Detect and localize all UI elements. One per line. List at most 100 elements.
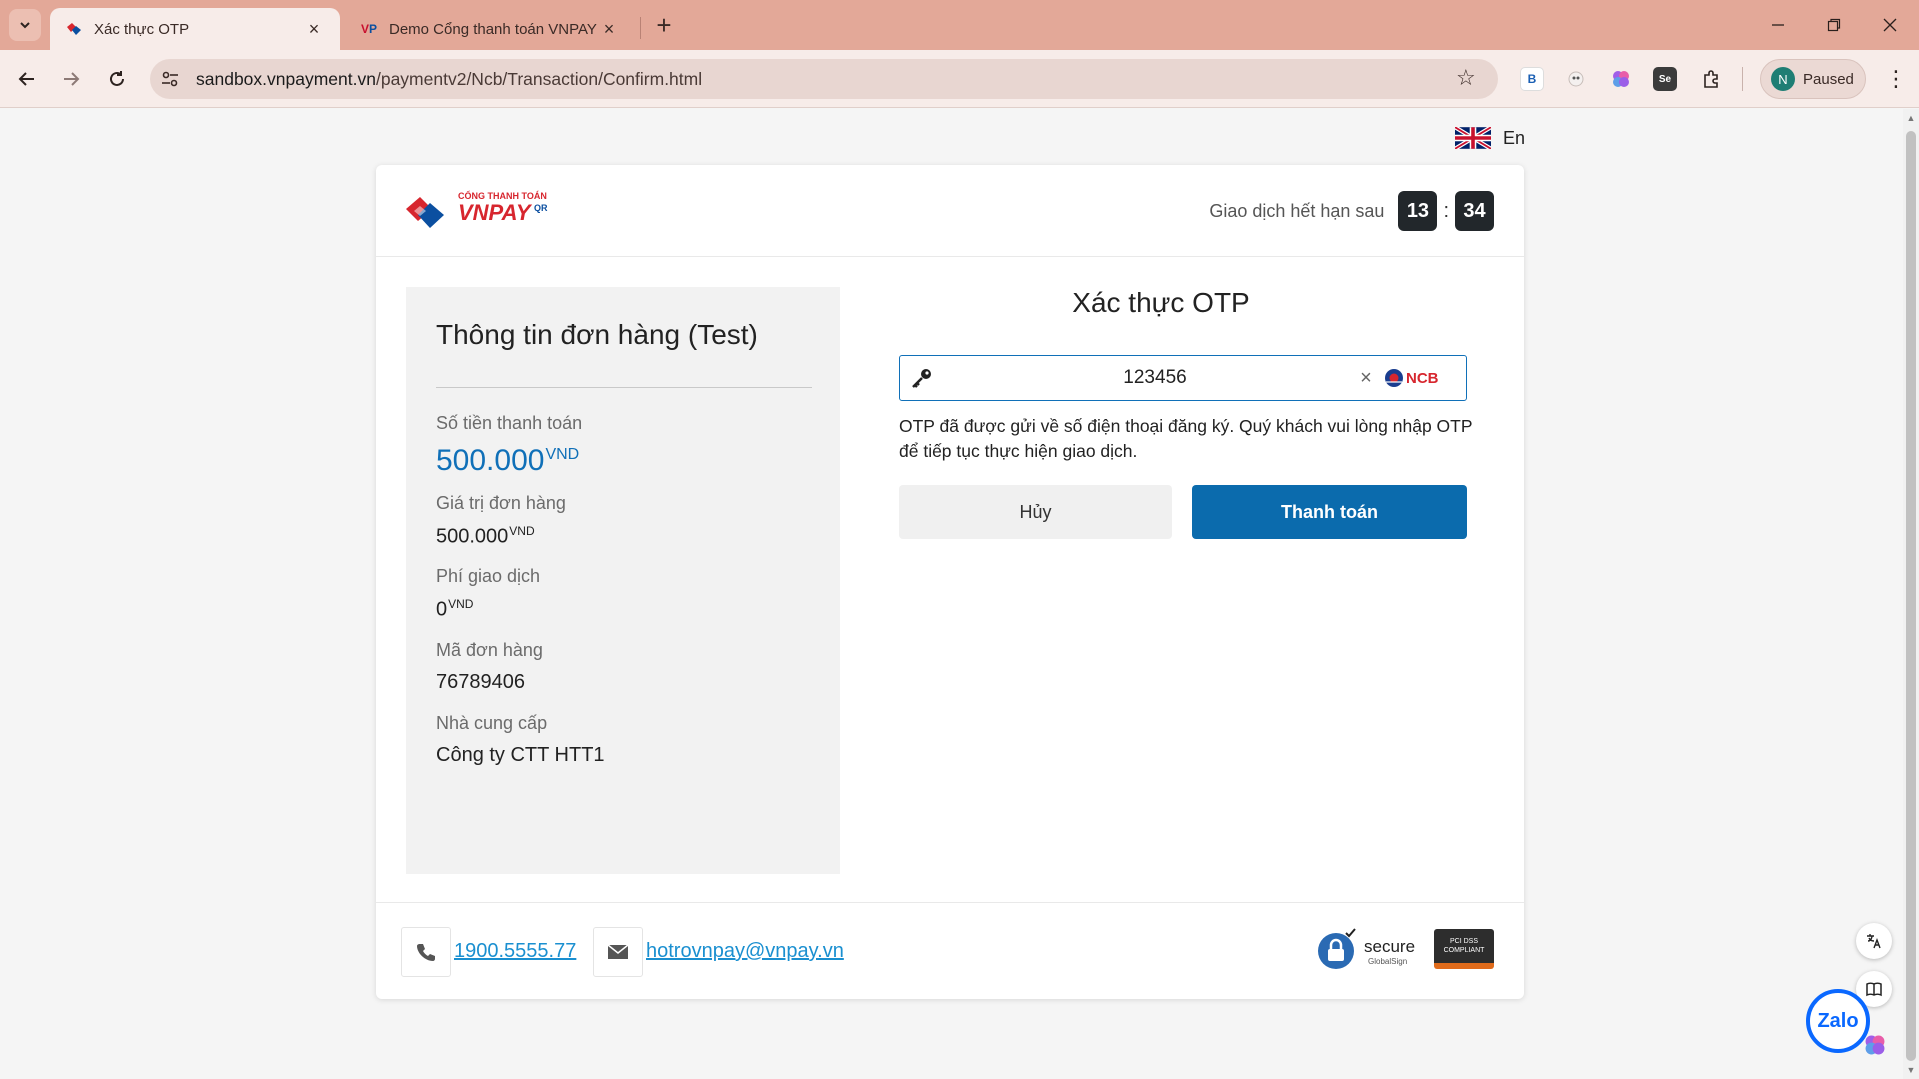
provider-label: Nhà cung cấp — [436, 713, 548, 733]
profile-button[interactable]: N Paused — [1760, 59, 1866, 99]
extension-eye-icon[interactable] — [1564, 67, 1588, 91]
new-tab-button[interactable]: + — [648, 9, 680, 41]
profile-status: Paused — [1803, 70, 1854, 88]
cancel-button[interactable]: Hủy — [899, 485, 1172, 539]
order-info-title: Thông tin đơn hàng (Test) — [436, 319, 758, 350]
browser-toolbar: sandbox.vnpayment.vn/paymentv2/Ncb/Trans… — [0, 50, 1919, 108]
vnpay-logo: CỔNG THANH TOÁN VNPAY QR — [404, 189, 554, 235]
ai-assistant-icon[interactable] — [1862, 1032, 1888, 1058]
otp-title: Xác thực OTP — [1072, 287, 1250, 318]
order-value-field: Giá trị đơn hàng 500.000VND — [436, 493, 566, 549]
page-viewport: En CỔNG THANH TOÁN VNPAY QR Giao dịch hế… — [0, 109, 1900, 1079]
extension-selenium-icon[interactable]: Se — [1653, 67, 1677, 91]
reload-icon — [110, 71, 124, 86]
amount-field: Số tiền thanh toán 500.000VND — [436, 413, 582, 478]
otp-instruction: OTP đã được gửi về số điện thoại đăng ký… — [899, 416, 1473, 461]
globalsign-secure-badge: secure GlobalSign — [1316, 927, 1426, 971]
order-id-label: Mã đơn hàng — [436, 640, 543, 660]
vertical-scrollbar[interactable]: ▲ ▼ — [1903, 109, 1919, 1079]
support-email-link[interactable]: hotrovnpay@vnpay.vn — [646, 940, 844, 963]
language-label: En — [1503, 127, 1526, 148]
forward-button[interactable] — [55, 63, 87, 95]
extension-b-icon[interactable]: B — [1520, 67, 1544, 91]
order-value: 500.000VND — [436, 524, 566, 549]
scroll-up-icon[interactable]: ▲ — [1906, 113, 1916, 123]
logo-suffix: QR — [534, 203, 548, 213]
fee-value: 0VND — [436, 597, 540, 622]
reload-button[interactable] — [101, 63, 133, 95]
currency: VND — [545, 446, 580, 463]
close-icon — [1883, 18, 1897, 32]
provider-value: Công ty CTT HTT1 — [436, 744, 605, 766]
vnpay-favicon-icon — [64, 19, 84, 39]
logo-brand: VNPAY — [458, 200, 531, 225]
divider — [436, 387, 812, 388]
countdown-minutes: 13 — [1398, 191, 1438, 231]
minimize-icon — [1772, 24, 1784, 26]
avatar: N — [1771, 67, 1795, 91]
fee-number: 0 — [436, 598, 448, 621]
clear-icon[interactable]: × — [1354, 366, 1378, 390]
url-path: /paymentv2/Ncb/Transaction/Confirm.html — [375, 68, 703, 89]
amount-value: 500.000VND — [436, 444, 582, 478]
otp-field[interactable]: × NCB — [899, 355, 1467, 401]
phone-icon-box — [401, 927, 451, 977]
currency: VND — [448, 597, 474, 611]
tab-separator — [640, 17, 641, 39]
scroll-down-icon[interactable]: ▼ — [1906, 1065, 1916, 1075]
key-icon — [912, 369, 931, 388]
bookmark-star-icon[interactable]: ☆ — [1456, 65, 1476, 91]
close-window-button[interactable] — [1862, 0, 1918, 50]
extension-b-label: B — [1527, 72, 1537, 86]
restore-button[interactable] — [1806, 0, 1862, 50]
language-switcher[interactable]: En — [1455, 127, 1525, 149]
restore-icon — [1827, 18, 1841, 32]
translate-float-button[interactable] — [1856, 923, 1892, 959]
order-value-label: Giá trị đơn hàng — [436, 493, 566, 513]
browser-menu-button[interactable]: ⋮ — [1880, 63, 1912, 95]
back-button[interactable] — [11, 63, 43, 95]
address-bar[interactable]: sandbox.vnpayment.vn/paymentv2/Ncb/Trans… — [150, 59, 1498, 99]
expire-label: Giao dịch hết hạn sau — [1209, 200, 1385, 221]
tab-search-button[interactable] — [9, 9, 41, 41]
amount-number: 500.000 — [436, 444, 545, 477]
phone-icon — [417, 944, 435, 961]
scrollbar-thumb[interactable] — [1906, 131, 1916, 1061]
zalo-chat-button[interactable]: Zalo — [1806, 989, 1870, 1053]
bank-name: NCB — [1406, 370, 1439, 387]
padlock-icon — [1318, 928, 1356, 969]
support-phone-link[interactable]: 1900.5555.77 — [454, 940, 576, 963]
extension-brain-icon[interactable] — [1609, 67, 1633, 91]
book-icon — [1866, 982, 1882, 997]
pci-label: PCI DSS COMPLIANT — [1443, 938, 1485, 954]
order-value-number: 500.000 — [436, 525, 509, 548]
fee-label: Phí giao dịch — [436, 566, 541, 586]
ncb-bank-logo: NCB — [1385, 369, 1439, 387]
pay-button[interactable]: Thanh toán — [1192, 485, 1467, 539]
tab-otp[interactable]: Xác thực OTP × — [50, 8, 340, 50]
minimize-button[interactable] — [1750, 0, 1806, 50]
countdown-seconds: 34 — [1455, 191, 1494, 231]
arrow-right-icon — [64, 72, 80, 86]
payment-card: CỔNG THANH TOÁN VNPAY QR Giao dịch hết h… — [376, 165, 1524, 999]
provider-field: Nhà cung cấp Công ty CTT HTT1 — [436, 713, 605, 767]
url-host: sandbox.vnpayment.vn — [196, 68, 376, 89]
countdown-colon: : — [1443, 199, 1449, 222]
arrow-left-icon — [18, 72, 34, 86]
order-info-panel: Thông tin đơn hàng (Test) Số tiền thanh … — [406, 287, 840, 874]
zalo-label: Zalo — [1817, 1009, 1859, 1032]
site-info-button[interactable] — [158, 67, 182, 91]
vp-favicon-icon: VP — [360, 22, 378, 36]
close-tab-icon[interactable]: × — [597, 17, 621, 41]
otp-input[interactable] — [950, 362, 1360, 394]
order-id-field: Mã đơn hàng 76789406 — [436, 640, 543, 694]
close-tab-icon[interactable]: × — [302, 17, 326, 41]
secure-label: secure — [1364, 937, 1416, 956]
tab-vnpay-demo[interactable]: VP Demo Cổng thanh toán VNPAY × — [345, 8, 635, 50]
amount-label: Số tiền thanh toán — [436, 413, 583, 433]
tab-title: Xác thực OTP — [94, 20, 190, 38]
tab-title: Demo Cổng thanh toán VNPAY — [389, 20, 597, 38]
extensions-puzzle-icon[interactable] — [1700, 67, 1724, 91]
mail-icon — [607, 944, 629, 959]
card-footer: 1900.5555.77 hotrovnpay@vnpay.vn secure … — [376, 902, 1524, 999]
